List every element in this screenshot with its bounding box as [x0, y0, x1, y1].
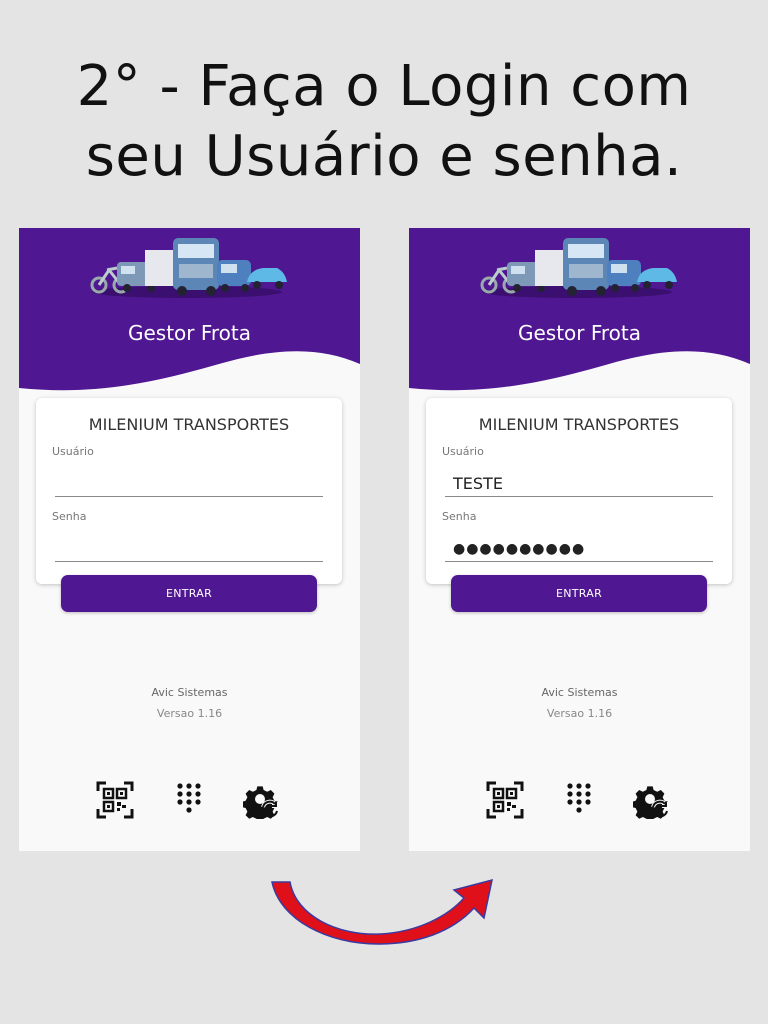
- curved-arrow-icon: [271, 878, 493, 945]
- qr-code-icon[interactable]: [96, 781, 134, 819]
- settings-sync-icon[interactable]: [243, 781, 281, 819]
- login-card: MILENIUM TRANSPORTES Usuário TESTE Senha…: [426, 398, 732, 584]
- app-header: Gestor Frota: [409, 228, 750, 398]
- version-label: Versao 1.16: [546, 707, 613, 720]
- password-label: Senha: [442, 510, 477, 523]
- vehicles-illustration-icon: [480, 238, 677, 298]
- company-name: MILENIUM TRANSPORTES: [478, 415, 680, 434]
- enter-button[interactable]: ENTRAR: [451, 575, 707, 612]
- user-input[interactable]: [55, 471, 323, 497]
- login-card: MILENIUM TRANSPORTES Usuário Senha: [36, 398, 342, 584]
- enter-button[interactable]: ENTRAR: [61, 575, 317, 612]
- password-label: Senha: [52, 510, 87, 523]
- dialpad-icon[interactable]: [560, 781, 598, 819]
- instruction-headline: 2° - Faça o Login com seu Usuário e senh…: [0, 52, 768, 192]
- password-input[interactable]: ●●●●●●●●●●: [445, 536, 713, 562]
- app-header: Gestor Frota: [19, 228, 360, 398]
- password-input[interactable]: [55, 536, 323, 562]
- login-screen-filled: Gestor Frota MILENIUM TRANSPORTES Usuári…: [409, 228, 750, 851]
- headline-line-1: 2° - Faça o Login com: [76, 54, 692, 119]
- user-input[interactable]: TESTE: [445, 471, 713, 497]
- version-label: Versao 1.16: [156, 707, 223, 720]
- settings-sync-icon[interactable]: [633, 781, 671, 819]
- app-title: Gestor Frota: [127, 321, 252, 345]
- company-name: MILENIUM TRANSPORTES: [88, 415, 290, 434]
- qr-code-icon[interactable]: [486, 781, 524, 819]
- developer-name: Avic Sistemas: [541, 686, 618, 699]
- headline-line-2: seu Usuário e senha.: [85, 124, 683, 189]
- app-title: Gestor Frota: [517, 321, 642, 345]
- vehicles-illustration-icon: [90, 238, 287, 298]
- dialpad-icon[interactable]: [170, 781, 208, 819]
- user-label: Usuário: [52, 445, 94, 458]
- developer-name: Avic Sistemas: [151, 686, 228, 699]
- login-screen-empty: Gestor Frota MILENIUM TRANSPORTES Usuári…: [19, 228, 360, 851]
- user-label: Usuário: [442, 445, 484, 458]
